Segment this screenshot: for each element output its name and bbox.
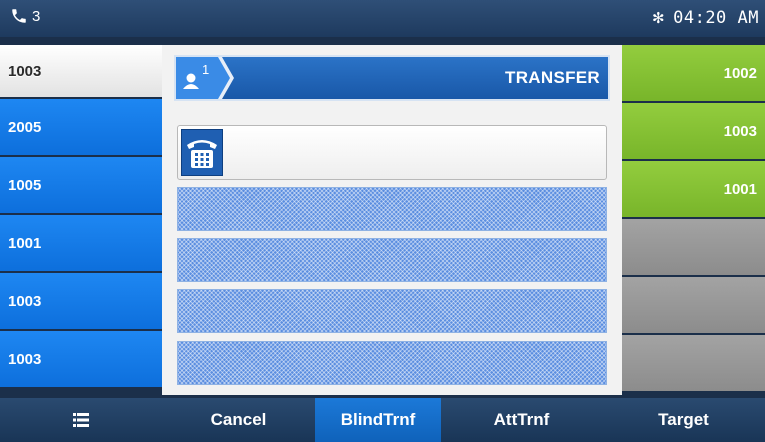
softkey-bar: Cancel BlindTrnf AttTrnf Target <box>0 398 765 442</box>
line-key-label: 1003 <box>8 292 42 310</box>
left-line-keys: 1003 2005 1005 1001 1003 1003 <box>0 45 162 389</box>
account-icon: 1 <box>176 57 234 99</box>
clock: 04:20 AM <box>673 8 759 28</box>
line-key-6[interactable]: 1003 <box>0 331 162 387</box>
status-bar: 3 ✻ 04:20 AM <box>0 0 765 37</box>
cancel-softkey[interactable]: Cancel <box>162 398 315 442</box>
transfer-number-row[interactable] <box>177 125 607 180</box>
empty-list-row-4 <box>177 341 607 385</box>
right-key-label: 1002 <box>723 64 757 82</box>
right-key-label: 1003 <box>723 122 757 140</box>
list-menu-icon <box>73 413 89 427</box>
empty-list-row-1 <box>177 187 607 231</box>
line-key-5[interactable]: 1003 <box>0 273 162 329</box>
bluetooth-icon: ✻ <box>652 9 666 27</box>
empty-list-row-3 <box>177 289 607 333</box>
desk-phone-icon <box>181 129 223 176</box>
right-key-4[interactable] <box>622 219 765 275</box>
dialog-title: TRANSFER <box>505 68 600 87</box>
right-key-3[interactable]: 1001 <box>622 161 765 217</box>
line-status: 3 <box>10 7 40 25</box>
transfer-header: 1 TRANSFER <box>174 55 610 101</box>
right-key-1[interactable]: 1002 <box>622 45 765 101</box>
transfer-number-input[interactable] <box>230 134 604 174</box>
line-key-3[interactable]: 1005 <box>0 157 162 213</box>
right-key-label: 1001 <box>723 180 757 198</box>
right-key-6[interactable] <box>622 335 765 391</box>
right-keys: 1002 1003 1001 <box>622 45 765 393</box>
handset-icon <box>12 9 26 23</box>
account-badge: 1 <box>202 62 209 77</box>
blind-transfer-softkey[interactable]: BlindTrnf <box>315 398 441 442</box>
line-key-label: 2005 <box>8 118 42 136</box>
line-key-label: 1003 <box>8 350 42 368</box>
line-key-1[interactable]: 1003 <box>0 45 162 97</box>
status-right: ✻ 04:20 AM <box>652 8 759 28</box>
line-key-4[interactable]: 1001 <box>0 215 162 271</box>
line-count: 3 <box>32 7 41 25</box>
right-key-5[interactable] <box>622 277 765 333</box>
line-key-2[interactable]: 2005 <box>0 99 162 155</box>
target-softkey[interactable]: Target <box>602 398 765 442</box>
line-key-label: 1001 <box>8 234 42 252</box>
line-key-label: 1003 <box>8 62 42 80</box>
empty-list-row-2 <box>177 238 607 282</box>
line-key-label: 1005 <box>8 176 42 194</box>
menu-softkey[interactable] <box>0 398 162 442</box>
right-key-2[interactable]: 1003 <box>622 103 765 159</box>
attended-transfer-softkey[interactable]: AttTrnf <box>441 398 602 442</box>
